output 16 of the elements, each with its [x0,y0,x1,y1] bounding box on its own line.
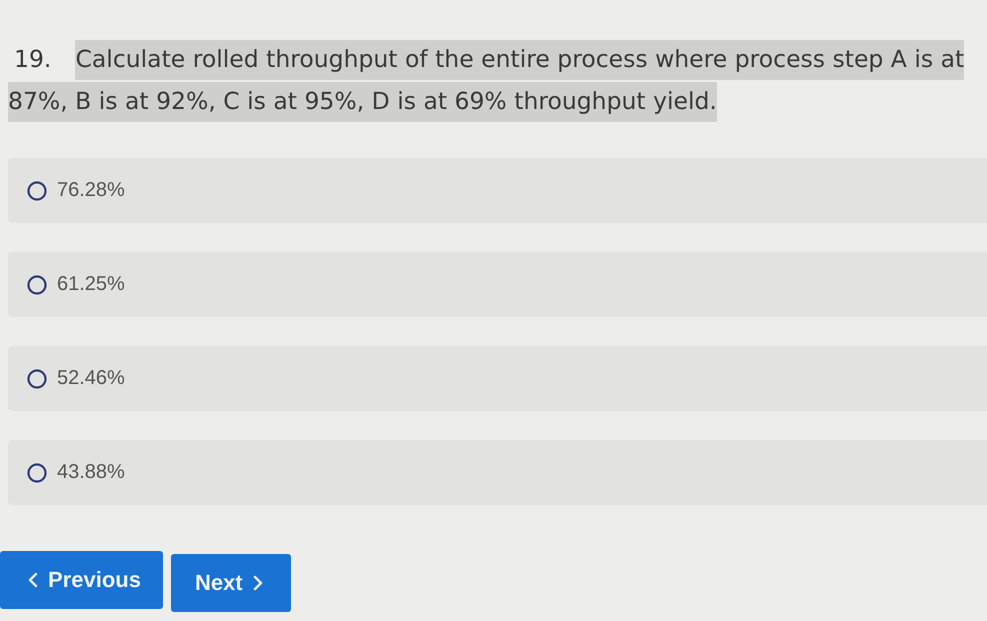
option-label: 43.88% [57,461,125,484]
answer-option[interactable]: 76.28% [8,158,987,223]
option-label: 52.46% [57,367,125,390]
radio-button-icon[interactable] [27,274,47,294]
chevron-right-icon [252,575,263,591]
answer-option[interactable]: 61.25% [8,252,987,317]
answer-option[interactable]: 43.88% [8,440,987,505]
radio-button-icon[interactable] [27,462,47,482]
radio-button-icon[interactable] [27,368,47,388]
radio-button-icon[interactable] [27,180,47,200]
previous-button[interactable]: Previous [0,551,163,609]
option-label: 76.28% [57,179,125,202]
chevron-left-icon [28,572,38,588]
answer-option[interactable]: 52.46% [8,346,987,411]
option-label: 61.25% [57,273,125,296]
next-button[interactable]: Next [170,554,291,612]
